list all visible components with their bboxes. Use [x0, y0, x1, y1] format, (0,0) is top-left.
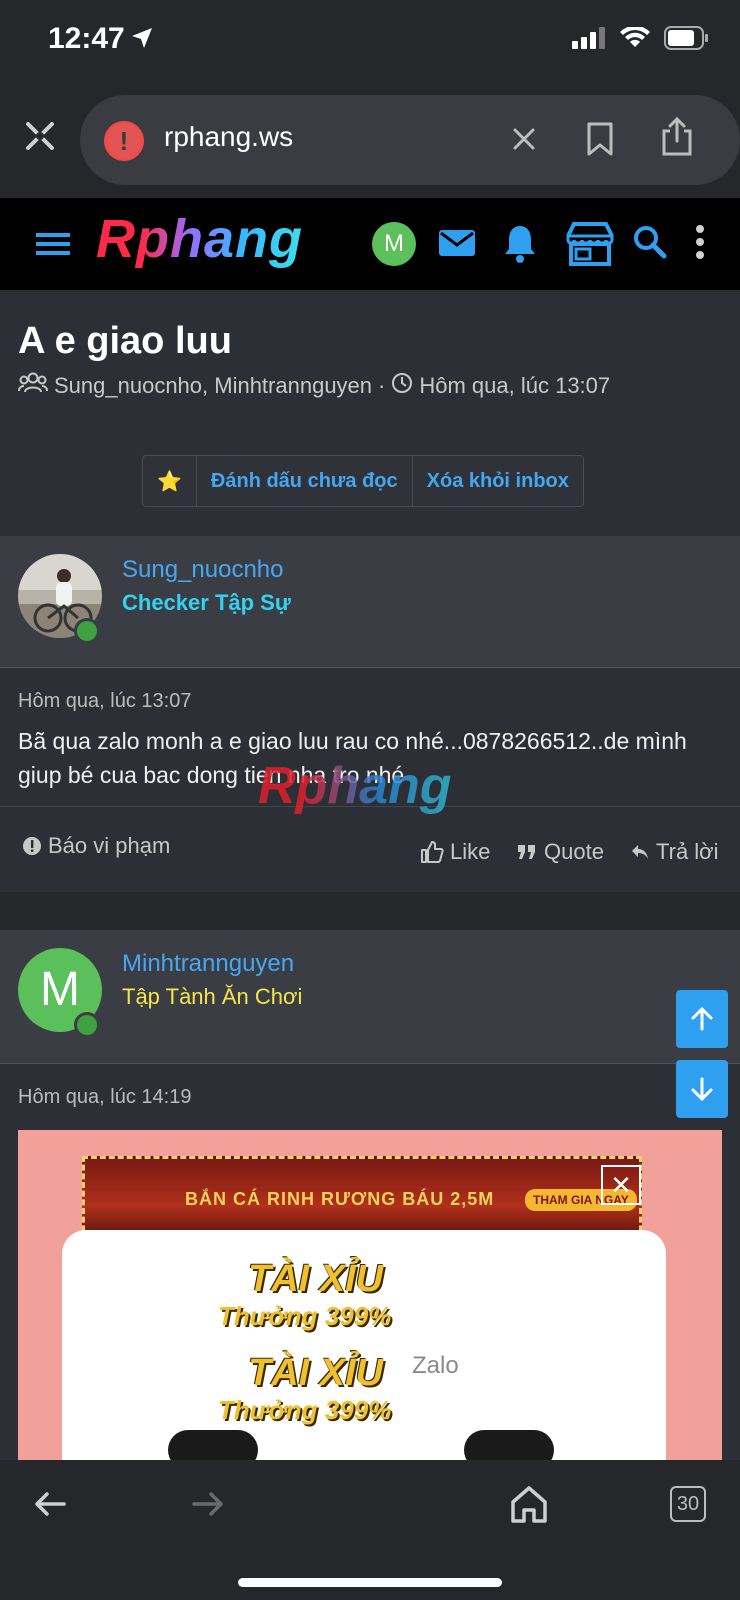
message-body: Hôm qua, lúc 14:19 BẮN CÁ RINH RƯƠNG BÁU…	[0, 1064, 740, 1460]
home-indicator	[238, 1578, 502, 1587]
message-header: M Minhtrannguyen Tập Tành Ăn Chơi	[0, 930, 740, 1064]
message-time[interactable]: Hôm qua, lúc 14:19	[18, 1086, 191, 1109]
home-icon[interactable]	[510, 1484, 548, 1529]
promo-block: TÀI XỈU Thưởng 399%	[218, 1258, 391, 1332]
alert-icon	[23, 837, 41, 855]
thumbs-up-icon	[421, 841, 444, 863]
location-arrow-icon	[130, 26, 154, 55]
like-button[interactable]: Like	[420, 839, 490, 865]
ad-button	[168, 1430, 258, 1460]
promo-block: TÀI XỈU Thưởng 399%	[218, 1352, 391, 1426]
security-warning-icon[interactable]	[104, 121, 144, 161]
meta-separator: ·	[378, 373, 386, 398]
scroll-top-button[interactable]	[676, 990, 728, 1048]
clear-url-icon[interactable]	[510, 125, 538, 158]
watermark: Rphang	[258, 757, 452, 815]
battery-icon	[664, 26, 710, 55]
status-bar: 12:47	[0, 0, 740, 80]
remove-inbox-button[interactable]: Xóa khỏi inbox	[413, 456, 583, 506]
online-status-icon	[74, 618, 100, 644]
conversation-actions: ⭐ Đánh dấu chưa đọc Xóa khỏi inbox	[142, 455, 584, 507]
conversation-page: A e giao luu Sung_nuocnho, Minhtrannguye…	[0, 290, 740, 1460]
quote-icon	[518, 845, 535, 859]
author-role: Checker Tập Sự	[122, 590, 291, 615]
scroll-bottom-button[interactable]	[676, 1060, 728, 1118]
quote-label: Quote	[544, 839, 604, 864]
site-header: Rphang M	[0, 198, 740, 290]
author-name[interactable]: Sung_nuocnho	[122, 556, 283, 584]
ad-banner-text: BẮN CÁ RINH RƯƠNG BÁU 2,5M	[185, 1189, 495, 1209]
arrow-up-icon	[691, 1006, 713, 1031]
star-button[interactable]: ⭐	[143, 456, 197, 506]
ad-close-icon: ✕	[601, 1165, 641, 1205]
wifi-icon	[620, 25, 650, 54]
participants-text[interactable]: Sung_nuocnho, Minhtrannguyen	[54, 373, 372, 399]
browser-bottom-bar: 30	[0, 1460, 740, 1600]
message-divider	[0, 892, 740, 930]
mail-icon[interactable]	[438, 222, 476, 267]
promo-subtitle: Thưởng 399%	[218, 1395, 392, 1425]
bookmark-icon[interactable]	[585, 121, 615, 162]
promo-subtitle: Thưởng 399%	[218, 1301, 392, 1331]
menu-icon[interactable]	[36, 230, 70, 263]
conversation-time[interactable]: Hôm qua, lúc 13:07	[419, 373, 610, 399]
forward-icon[interactable]	[190, 1486, 226, 1527]
search-icon[interactable]	[632, 224, 668, 265]
message-time[interactable]: Hôm qua, lúc 13:07	[18, 690, 191, 713]
store-icon[interactable]	[564, 222, 616, 271]
mark-unread-button[interactable]: Đánh dấu chưa đọc	[197, 456, 413, 506]
address-bar[interactable]: rphang.ws	[80, 95, 740, 185]
report-button[interactable]: Báo vi phạm	[22, 833, 170, 859]
reply-icon	[632, 845, 648, 859]
tabs-count-button[interactable]: 30	[670, 1486, 706, 1522]
bell-icon[interactable]	[502, 222, 538, 269]
promo-title: TÀI XỈU	[248, 1258, 384, 1300]
conversation-meta: Sung_nuocnho, Minhtrannguyen · Hôm qua, …	[18, 372, 610, 400]
message-attachment-image[interactable]: BẮN CÁ RINH RƯƠNG BÁU 2,5M THAM GIA NGAY…	[18, 1130, 722, 1460]
online-status-icon	[74, 1012, 100, 1038]
clock-icon	[391, 372, 413, 400]
url-text[interactable]: rphang.ws	[164, 121, 293, 153]
author-role: Tập Tành Ăn Chơi	[122, 984, 303, 1009]
message-actions: Báo vi phạm Like Quote Trả lời	[0, 806, 740, 892]
like-label: Like	[450, 839, 491, 864]
signal-icon	[572, 27, 606, 54]
users-icon	[18, 372, 48, 400]
ad-button	[464, 1430, 554, 1460]
quote-button[interactable]: Quote	[516, 839, 604, 865]
user-avatar[interactable]: M	[372, 222, 416, 266]
message-header: Sung_nuocnho Checker Tập Sự	[0, 536, 740, 668]
site-logo[interactable]: Rphang	[96, 208, 303, 270]
browser-toolbar: rphang.ws	[0, 80, 740, 198]
back-icon[interactable]	[32, 1486, 68, 1527]
zalo-label: Zalo	[412, 1352, 459, 1379]
share-icon[interactable]	[660, 116, 694, 162]
reply-label: Trả lời	[656, 839, 719, 864]
ad-banner: BẮN CÁ RINH RƯƠNG BÁU 2,5M THAM GIA NGAY…	[82, 1156, 642, 1240]
close-tools-icon[interactable]	[22, 118, 58, 154]
arrow-down-icon	[691, 1077, 713, 1102]
page-title: A e giao luu	[18, 320, 232, 362]
report-label: Báo vi phạm	[48, 833, 171, 858]
promo-title: TÀI XỈU	[248, 1352, 384, 1394]
more-options-icon[interactable]	[694, 224, 706, 265]
author-name[interactable]: Minhtrannguyen	[122, 950, 294, 978]
status-time: 12:47	[48, 22, 125, 55]
reply-button[interactable]: Trả lời	[630, 839, 719, 865]
